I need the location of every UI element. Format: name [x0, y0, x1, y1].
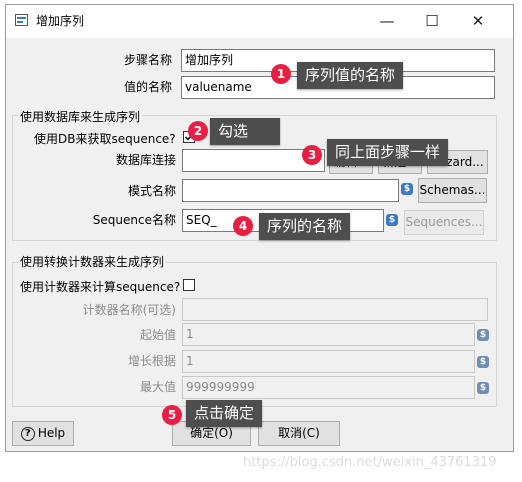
start-value-label: 起始值	[139, 328, 176, 342]
variable-icon: $	[477, 382, 489, 394]
schema-name-label: 模式名称	[127, 184, 176, 198]
variable-icon: $	[477, 356, 489, 368]
annotation-tooltip-1: 序列值的名称	[297, 62, 404, 89]
sequences-button[interactable]: Sequences...	[404, 210, 484, 235]
window-title: 增加序列	[36, 14, 85, 28]
help-icon: ?	[20, 426, 35, 441]
sequence-name-label: Sequence名称	[92, 213, 176, 227]
annotation-badge-4: 4	[233, 216, 253, 236]
variable-icon: $	[477, 329, 489, 341]
variable-icon: $	[401, 183, 413, 195]
start-value-input[interactable]: 1	[182, 323, 475, 346]
schemas-button[interactable]: Schemas...	[418, 178, 487, 203]
db-group-title: 使用数据库来生成序列	[18, 108, 143, 125]
use-counter-checkbox[interactable]	[183, 279, 195, 291]
annotation-badge-5: 5	[162, 405, 182, 425]
counter-name-input[interactable]	[182, 298, 488, 321]
increment-input[interactable]: 1	[182, 350, 475, 373]
counter-name-label: 计数器名称(可选)	[82, 303, 176, 317]
cancel-button[interactable]: 取消(C)	[258, 421, 340, 446]
value-name-label: 值的名称	[123, 80, 172, 94]
increment-label: 增长根据	[127, 354, 176, 368]
db-connection-label: 数据库连接	[115, 153, 176, 167]
annotation-badge-1: 1	[271, 64, 291, 84]
annotation-badge-3: 3	[302, 145, 322, 165]
schema-name-input[interactable]	[182, 179, 399, 202]
step-name-label: 步骤名称	[123, 53, 172, 67]
help-button-label: Help	[37, 426, 66, 440]
max-value-input[interactable]: 999999999	[182, 376, 475, 399]
minimize-button[interactable]: —	[372, 8, 402, 34]
counter-group-title: 使用转换计数器来生成序列	[18, 253, 167, 270]
annotation-tooltip-2: 勾选	[210, 118, 280, 145]
app-icon	[15, 14, 28, 26]
watermark: https://blog.csdn.net/weixin_43761319	[243, 455, 497, 470]
variable-icon: $	[386, 214, 398, 226]
help-button[interactable]: ? Help	[12, 421, 74, 446]
max-value-label: 最大值	[139, 380, 176, 394]
annotation-badge-2: 2	[188, 121, 208, 141]
annotation-tooltip-5: 点击确定	[186, 400, 263, 427]
annotation-tooltip-4: 序列的名称	[259, 213, 351, 240]
use-db-label: 使用DB来获取sequence?	[34, 132, 176, 146]
close-button[interactable]: ✕	[463, 8, 493, 34]
annotation-tooltip-3: 同上面步骤一样	[327, 139, 449, 166]
use-counter-label: 使用计数器来计算sequence?	[20, 280, 181, 294]
maximize-button[interactable]: ☐	[417, 8, 447, 34]
